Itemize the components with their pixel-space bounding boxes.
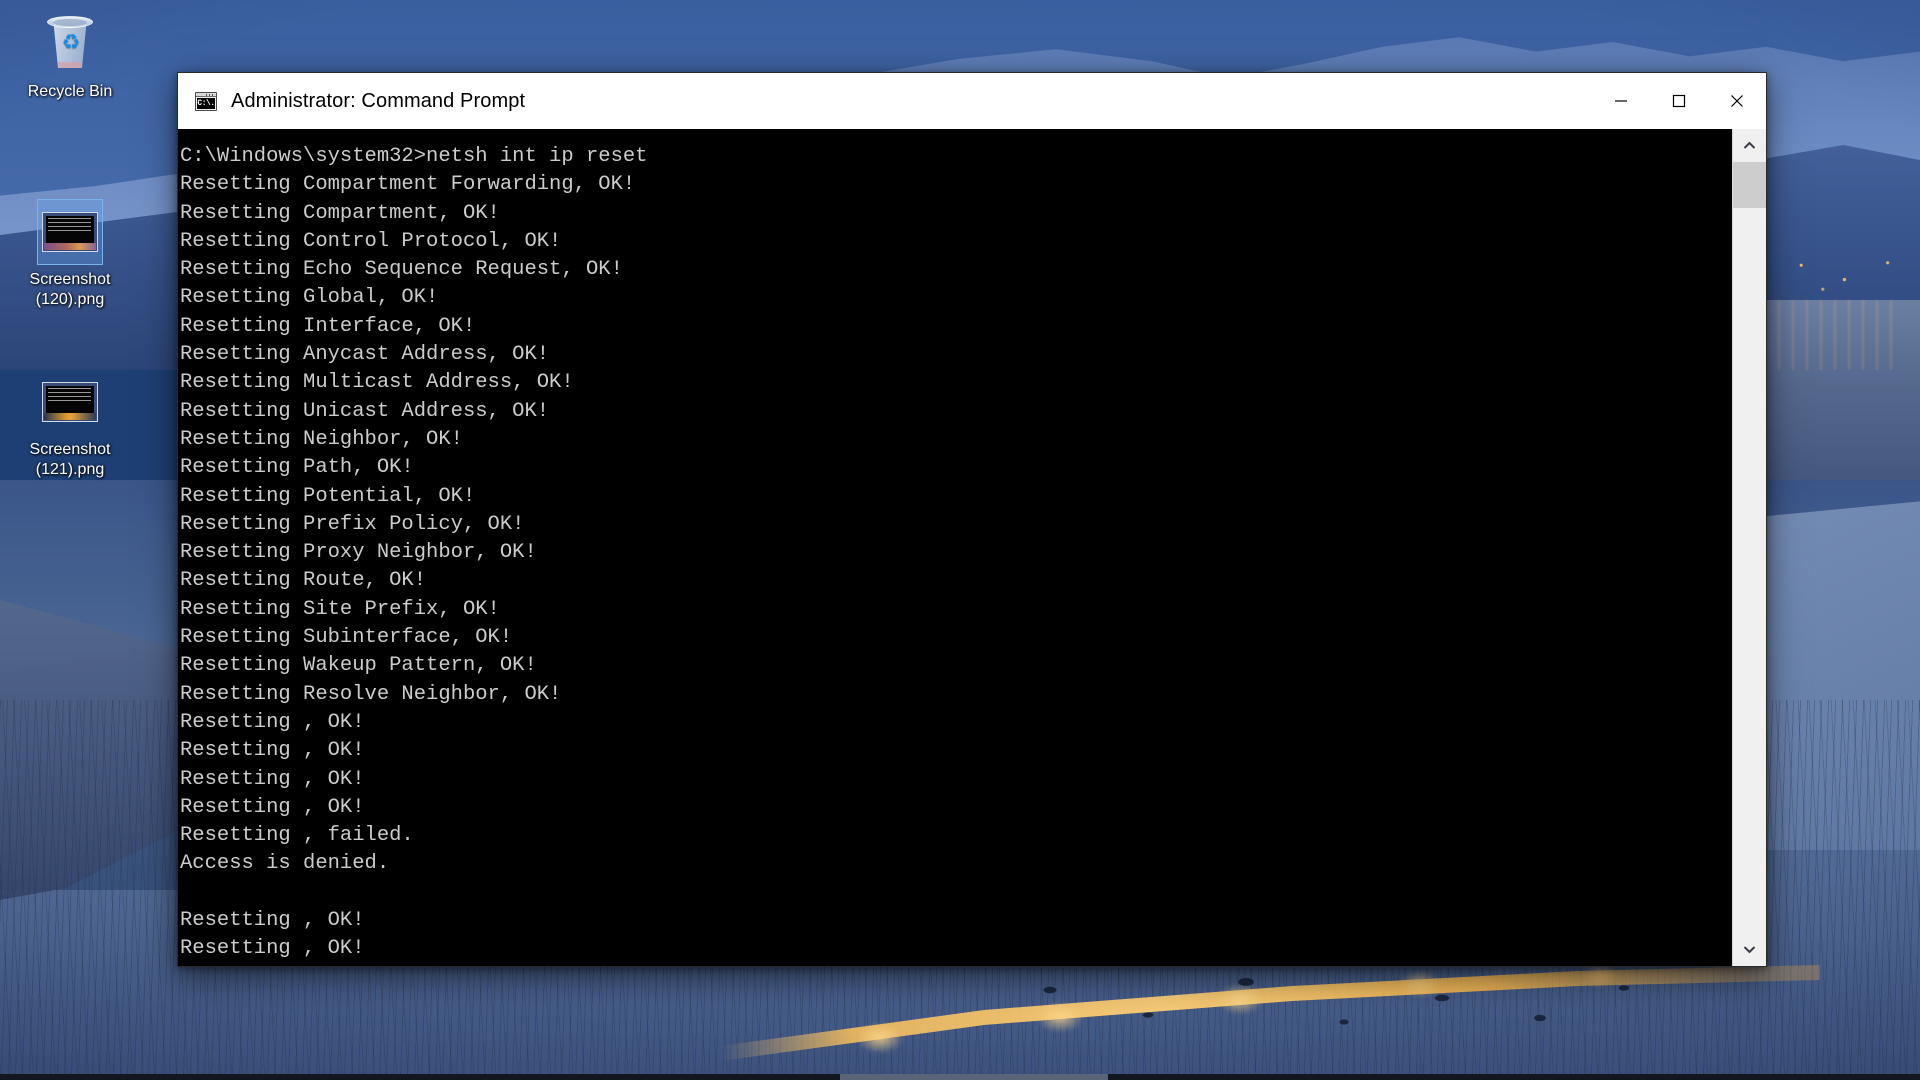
desktop-icon-label-line2: (121).png: [35, 461, 105, 478]
console-line: C:\Windows\system32>netsh int ip reset: [180, 145, 648, 168]
console-line: Resetting Neighbor, OK!: [180, 427, 463, 451]
console-line: Resetting Global, OK!: [180, 286, 439, 310]
console-line: Resetting Wakeup Pattern, OK!: [180, 654, 537, 678]
desktop-icon-screenshot-121[interactable]: Screenshot (121).png: [10, 370, 130, 480]
command-prompt-icon: C:\.: [195, 91, 217, 111]
console-line: Resetting Potential, OK!: [180, 484, 476, 508]
desktop-icon-label: Screenshot (120).png: [30, 270, 111, 310]
console-line: Resetting Unicast Address, OK!: [180, 399, 550, 423]
scroll-up-icon: [1743, 141, 1756, 149]
png-image-icon: [37, 199, 103, 265]
console-line: Resetting Proxy Neighbor, OK!: [180, 541, 537, 565]
console-line: Resetting Echo Sequence Request, OK!: [180, 258, 623, 282]
console-line: Access is denied.: [180, 852, 390, 876]
taskbar[interactable]: [0, 1074, 1920, 1080]
console-line: Resetting Interface, OK!: [180, 314, 476, 338]
console-line: Resetting Prefix Policy, OK!: [180, 512, 525, 536]
console-line: Resetting , OK!: [180, 909, 365, 933]
command-prompt-window[interactable]: C:\. Administrator: Command Prompt C:\Wi…: [177, 72, 1767, 967]
titlebar-left-group: C:\. Administrator: Command Prompt: [178, 90, 525, 113]
desktop-icon-label-line1: Screenshot: [29, 441, 111, 458]
minimize-button[interactable]: [1592, 73, 1650, 129]
scrollbar-thumb[interactable]: [1733, 162, 1766, 209]
window-titlebar[interactable]: C:\. Administrator: Command Prompt: [178, 73, 1766, 129]
console-line: Resetting , OK!: [180, 710, 365, 734]
console-line: Resetting , OK!: [180, 767, 365, 791]
recycle-bin-icon: ♻: [38, 12, 102, 76]
console-line: Resetting , OK!: [180, 739, 365, 763]
console-line: Resetting Compartment, OK!: [180, 201, 500, 225]
console-line: Resetting , OK!: [180, 937, 365, 961]
console-area[interactable]: C:\Windows\system32>netsh int ip reset Re…: [178, 129, 1766, 966]
console-line: Resetting Compartment Forwarding, OK!: [180, 173, 636, 197]
console-line: Resetting , failed.: [180, 824, 414, 848]
desktop-icon-label-line1: Screenshot: [29, 271, 111, 288]
command-prompt-icon-text: C:\.: [197, 97, 215, 109]
console-output[interactable]: C:\Windows\system32>netsh int ip reset Re…: [178, 129, 1732, 966]
maximize-button[interactable]: [1650, 73, 1708, 129]
desktop-icon-recycle-bin[interactable]: ♻ Recycle Bin: [10, 12, 130, 102]
scroll-down-icon: [1743, 946, 1756, 954]
desktop-icon-label-line2: (120).png: [35, 291, 105, 308]
desktop[interactable]: ♻ Recycle Bin Screenshot (120).png Scree…: [0, 0, 1920, 1080]
window-controls: [1592, 73, 1766, 129]
close-button[interactable]: [1708, 73, 1766, 129]
console-line: Resetting Anycast Address, OK!: [180, 343, 550, 367]
console-line: Resetting Resolve Neighbor, OK!: [180, 682, 562, 706]
console-line: Resetting Path, OK!: [180, 456, 414, 480]
scrollbar-track[interactable]: [1733, 162, 1766, 933]
scroll-up-button[interactable]: [1733, 129, 1766, 162]
window-title: Administrator: Command Prompt: [231, 89, 526, 112]
console-line: Resetting Site Prefix, OK!: [180, 597, 500, 621]
desktop-icon-label: Screenshot (121).png: [30, 440, 111, 480]
desktop-icon-label: Recycle Bin: [27, 83, 113, 100]
scroll-down-button[interactable]: [1733, 933, 1766, 966]
console-line: Resetting , OK!: [180, 795, 365, 819]
png-image-icon: [38, 370, 102, 434]
console-line: Resetting Route, OK!: [180, 569, 427, 593]
console-line: Resetting Subinterface, OK!: [180, 626, 513, 650]
console-line: Resetting Multicast Address, OK!: [180, 371, 574, 395]
desktop-icon-screenshot-120[interactable]: Screenshot (120).png: [10, 199, 130, 310]
console-line: Resetting Control Protocol, OK!: [180, 229, 562, 253]
taskbar-active-item[interactable]: [840, 1074, 1108, 1080]
console-scrollbar[interactable]: [1732, 129, 1766, 966]
